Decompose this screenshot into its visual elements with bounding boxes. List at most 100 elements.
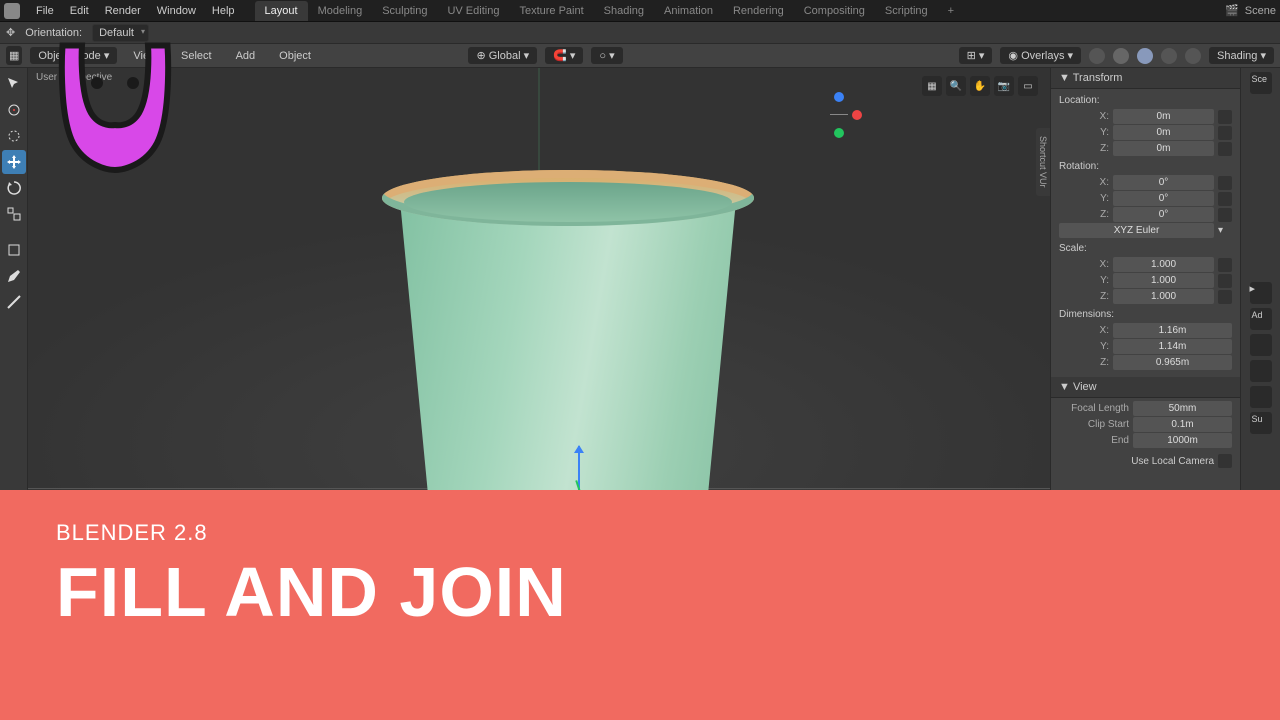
vertical-tab-shortcut[interactable]: Shortcut VUr <box>1036 128 1050 196</box>
object-menu[interactable]: Object <box>271 47 319 65</box>
tab-scripting[interactable]: Scripting <box>875 1 938 21</box>
tool-settings-bar: ✥ Orientation: Default <box>0 22 1280 44</box>
output-props-icon[interactable] <box>1250 360 1272 382</box>
view-layer-icon[interactable] <box>1250 386 1272 408</box>
use-local-camera-checkbox[interactable] <box>1218 454 1232 468</box>
blender-logo-icon <box>4 3 20 19</box>
rotation-y[interactable]: 0° <box>1113 191 1214 206</box>
transform-panel-header[interactable]: ▼ Transform <box>1051 68 1240 89</box>
menu-window[interactable]: Window <box>149 2 204 20</box>
rotation-mode[interactable]: XYZ Euler <box>1059 223 1214 238</box>
tab-shading[interactable]: Shading <box>594 1 654 21</box>
lock-icon[interactable] <box>1218 208 1232 222</box>
banner-subtitle: BLENDER 2.8 <box>56 520 1224 546</box>
tab-layout[interactable]: Layout <box>255 1 308 21</box>
move-tool-icon: ✥ <box>6 26 15 39</box>
top-menu-bar: File Edit Render Window Help Layout Mode… <box>0 0 1280 22</box>
lock-icon[interactable] <box>1218 274 1232 288</box>
snap-toggle[interactable]: 🧲 ▾ <box>545 47 583 64</box>
axis-navigation-gizmo[interactable] <box>816 92 862 138</box>
menu-file[interactable]: File <box>28 2 62 20</box>
shading-wireframe[interactable] <box>1113 48 1129 64</box>
shading-dropdown[interactable]: Shading ▾ <box>1209 47 1274 64</box>
scale-tool[interactable] <box>2 202 26 226</box>
location-x[interactable]: 0m <box>1113 109 1214 124</box>
nav-persp-icon[interactable]: ▭ <box>1018 76 1038 96</box>
dimensions-label: Dimensions: <box>1059 305 1232 322</box>
nav-pan-icon[interactable]: ✋ <box>970 76 990 96</box>
nav-camera-icon[interactable]: 📷 <box>994 76 1014 96</box>
viewport-nav-icons: ▦ 🔍 ✋ 📷 ▭ <box>922 76 1038 96</box>
select-circle-tool[interactable] <box>2 124 26 148</box>
add-menu[interactable]: Add <box>228 47 264 65</box>
scene-props-icon[interactable]: Su <box>1250 412 1272 434</box>
cup-mesh-object[interactable] <box>368 148 768 528</box>
workspace-tabs: Layout Modeling Sculpting UV Editing Tex… <box>255 1 965 21</box>
shading-material[interactable] <box>1161 48 1177 64</box>
clip-start[interactable]: 0.1m <box>1133 417 1232 432</box>
nav-grid-icon[interactable]: ▦ <box>922 76 942 96</box>
banner-title: FILL AND JOIN <box>56 552 1224 632</box>
tab-texture[interactable]: Texture Paint <box>509 1 593 21</box>
xray-toggle[interactable] <box>1089 48 1105 64</box>
properties-toggle-icon[interactable]: ▸ <box>1250 282 1272 304</box>
lock-icon[interactable] <box>1218 142 1232 156</box>
lock-icon[interactable] <box>1218 258 1232 272</box>
editor-type-icon[interactable]: ▦ <box>6 46 22 65</box>
add-modifier-icon[interactable]: Ad <box>1250 308 1272 330</box>
channel-beard-logo-icon <box>40 38 190 173</box>
shading-solid[interactable] <box>1137 48 1153 64</box>
rotation-z[interactable]: 0° <box>1113 207 1214 222</box>
lock-icon[interactable] <box>1218 110 1232 124</box>
menu-render[interactable]: Render <box>97 2 149 20</box>
gizmo-visibility[interactable]: ⊞ ▾ <box>959 47 993 64</box>
transform-tool[interactable] <box>2 238 26 262</box>
tab-sculpting[interactable]: Sculpting <box>372 1 437 21</box>
overlays-toggle[interactable]: ◉ Overlays ▾ <box>1000 47 1081 64</box>
lock-icon[interactable] <box>1218 176 1232 190</box>
render-props-icon[interactable] <box>1250 334 1272 356</box>
scale-z[interactable]: 1.000 <box>1113 289 1214 304</box>
annotate-tool[interactable] <box>2 264 26 288</box>
rotation-label: Rotation: <box>1059 157 1232 174</box>
tab-add[interactable]: + <box>938 1 964 21</box>
tab-modeling[interactable]: Modeling <box>308 1 373 21</box>
menu-help[interactable]: Help <box>204 2 243 20</box>
tab-uv[interactable]: UV Editing <box>437 1 509 21</box>
shading-rendered[interactable] <box>1185 48 1201 64</box>
measure-tool[interactable] <box>2 290 26 314</box>
dim-z[interactable]: 0.965m <box>1113 355 1232 370</box>
outliner-icon[interactable]: Sce <box>1250 72 1272 94</box>
nav-zoom-icon[interactable]: 🔍 <box>946 76 966 96</box>
dim-y[interactable]: 1.14m <box>1113 339 1232 354</box>
title-banner: BLENDER 2.8 FILL AND JOIN <box>0 490 1280 720</box>
cursor-tool[interactable] <box>2 98 26 122</box>
focal-length[interactable]: 50mm <box>1133 401 1232 416</box>
location-label: Location: <box>1059 91 1232 108</box>
move-tool[interactable] <box>2 150 26 174</box>
tab-compositing[interactable]: Compositing <box>794 1 875 21</box>
tab-animation[interactable]: Animation <box>654 1 723 21</box>
view-panel-header[interactable]: ▼ View <box>1051 377 1240 398</box>
menu-edit[interactable]: Edit <box>62 2 97 20</box>
rotation-x[interactable]: 0° <box>1113 175 1214 190</box>
scene-icon: 🎬 <box>1225 4 1239 17</box>
dim-x[interactable]: 1.16m <box>1113 323 1232 338</box>
select-box-tool[interactable] <box>2 72 26 96</box>
scale-y[interactable]: 1.000 <box>1113 273 1214 288</box>
scale-label: Scale: <box>1059 239 1232 256</box>
scale-x[interactable]: 1.000 <box>1113 257 1214 272</box>
location-y[interactable]: 0m <box>1113 125 1214 140</box>
lock-icon[interactable] <box>1218 126 1232 140</box>
orientation-global[interactable]: ⊕ Global ▾ <box>468 47 537 64</box>
tab-rendering[interactable]: Rendering <box>723 1 794 21</box>
proportional-edit[interactable]: ○ ▾ <box>591 47 622 64</box>
clip-end[interactable]: 1000m <box>1133 433 1232 448</box>
rotate-tool[interactable] <box>2 176 26 200</box>
scene-selector[interactable]: 🎬 Scene <box>1225 4 1276 17</box>
viewport-header: ▦ Object Mode ▾ View Select Add Object ⊕… <box>0 44 1280 68</box>
use-local-camera-label: Use Local Camera <box>1059 456 1214 467</box>
lock-icon[interactable] <box>1218 290 1232 304</box>
location-z[interactable]: 0m <box>1113 141 1214 156</box>
lock-icon[interactable] <box>1218 192 1232 206</box>
